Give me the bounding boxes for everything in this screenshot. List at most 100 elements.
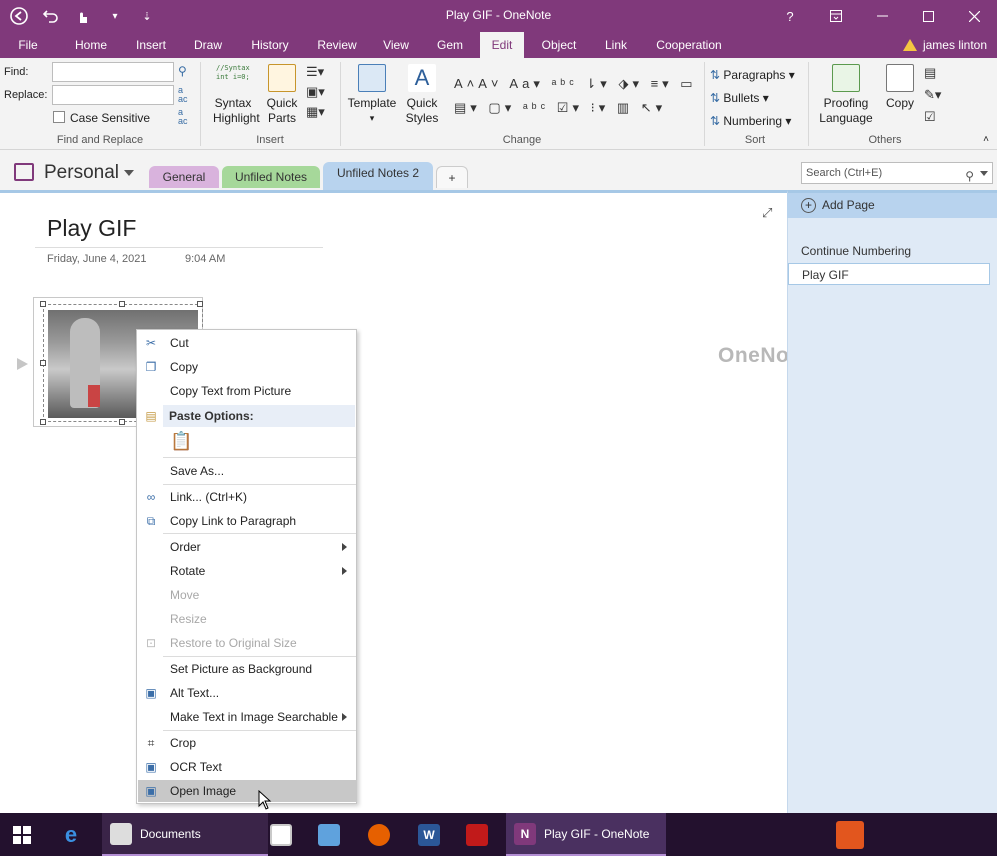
format-tools-icon[interactable]: ▤▾ ▢▾ ᵃᵇᶜ ☑▾ ⁝▾ ▥ ↖▾ (454, 96, 697, 120)
qat-dropdown-icon[interactable]: ▾ (104, 5, 126, 27)
page-list-item-selected[interactable]: Play GIF (788, 263, 990, 285)
menu-item-move[interactable]: Move (138, 584, 357, 606)
section-tab-unfiled-notes-2[interactable]: Unfiled Notes 2 (323, 162, 433, 190)
resize-handle[interactable] (40, 419, 46, 425)
find-input[interactable] (52, 62, 174, 82)
expand-page-icon[interactable]: ⤢ (762, 205, 772, 221)
search-scope-dropdown-icon[interactable] (980, 171, 988, 176)
font-size-tools-icon[interactable]: A˄A˅ Aa▾ ᵃᵇᶜ ⇂▾ ⬗▾ ≡▾ ▭ (454, 72, 697, 96)
replace-all-icon[interactable]: a ac (178, 108, 188, 126)
close-button[interactable] (951, 0, 997, 32)
edge-button[interactable]: e (60, 813, 82, 856)
tab-draw[interactable]: Draw (184, 32, 232, 58)
page-title[interactable]: Play GIF (47, 215, 136, 242)
resize-handle[interactable] (40, 360, 46, 366)
resize-handle[interactable] (119, 419, 125, 425)
menu-item-save-as[interactable]: Save As... (138, 460, 357, 482)
menu-item-crop[interactable]: ⌗ Crop (138, 732, 357, 754)
resize-handle[interactable] (119, 301, 125, 307)
help-button[interactable]: ? (767, 0, 813, 32)
tab-view[interactable]: View (372, 32, 420, 58)
checklist-icon[interactable]: ☑ (924, 106, 941, 128)
tab-object[interactable]: Object (532, 32, 586, 58)
notebook-name[interactable]: Personal (44, 162, 119, 184)
menu-item-set-picture-as-background[interactable]: Set Picture as Background (138, 658, 357, 680)
tab-gem[interactable]: Gem (430, 32, 470, 58)
others-tools[interactable]: ▤ ✎▾ ☑ (924, 62, 941, 128)
start-button[interactable] (0, 813, 44, 856)
paragraph-handle-icon[interactable] (17, 358, 28, 370)
change-tools[interactable]: A˄A˅ Aa▾ ᵃᵇᶜ ⇂▾ ⬗▾ ≡▾ ▭ ▤▾ ▢▾ ᵃᵇᶜ ☑▾ ⁝▾ … (454, 72, 697, 120)
list-format-icon[interactable]: ☰▾ (306, 62, 325, 82)
menu-item-resize[interactable]: Resize (138, 608, 357, 630)
replace-icon[interactable]: a ac (178, 86, 188, 104)
touch-mode-icon[interactable] (72, 5, 94, 27)
tab-insert[interactable]: Insert (126, 32, 176, 58)
tab-link[interactable]: Link (596, 32, 636, 58)
insert-small-tools[interactable]: ☰▾ ▣▾ ▦▾ (306, 62, 325, 122)
firefox-button[interactable] (368, 813, 390, 856)
undo-icon[interactable] (40, 5, 62, 27)
add-page-button[interactable]: + Add Page (787, 193, 997, 218)
section-tab-general[interactable]: General (149, 166, 219, 188)
notebook-dropdown-icon[interactable] (124, 170, 134, 176)
tab-review[interactable]: Review (310, 32, 364, 58)
resize-handle[interactable] (40, 301, 46, 307)
search-input[interactable]: Search (Ctrl+E) ⚲ (801, 162, 993, 184)
store-button[interactable] (270, 813, 292, 856)
numbering-button[interactable]: ⇅ Numbering ▾ (710, 110, 795, 133)
tab-cooperation[interactable]: Cooperation (648, 32, 730, 58)
collapse-ribbon-icon[interactable]: ˄ (983, 134, 989, 145)
mail-button[interactable] (318, 813, 340, 856)
taskbar-documents[interactable]: Documents (102, 813, 268, 856)
bullets-button[interactable]: ⇅ Bullets ▾ (710, 87, 795, 110)
tab-edit[interactable]: Edit (480, 32, 524, 58)
proofing-language-button[interactable]: Proofing Language (812, 64, 880, 126)
section-tab-unfiled-notes[interactable]: Unfiled Notes (222, 166, 320, 188)
word-button[interactable]: W (418, 813, 440, 856)
calendar-icon[interactable]: ▣▾ (306, 82, 325, 102)
tab-home[interactable]: Home (66, 32, 116, 58)
highlight-pen-icon[interactable]: ✎▾ (924, 84, 941, 106)
back-icon[interactable] (8, 5, 30, 27)
menu-item-copy[interactable]: ❐ Copy (138, 356, 357, 378)
ribbon-display-button[interactable] (813, 0, 859, 32)
menu-item-link[interactable]: ∞ Link... (Ctrl+K) (138, 486, 357, 508)
menu-item-make-text-searchable[interactable]: Make Text in Image Searchable (138, 706, 357, 728)
paste-keep-formatting-button[interactable]: 📋 (138, 432, 357, 454)
search-icon[interactable]: ⚲ (965, 166, 974, 186)
acrobat-button[interactable] (466, 813, 488, 856)
syntax-highlight-button[interactable]: //Syntax int i=0; Syntax Highlight (206, 64, 260, 126)
page-canvas[interactable] (0, 190, 787, 813)
notebook-icon[interactable] (14, 163, 34, 181)
quick-parts-button[interactable]: Quick Parts (262, 64, 302, 126)
menu-item-rotate[interactable]: Rotate (138, 560, 357, 582)
taskbar-onenote[interactable]: N Play GIF - OneNote (506, 813, 666, 856)
tab-file[interactable]: File (8, 32, 48, 58)
menu-item-cut[interactable]: ✂ Cut (138, 332, 357, 354)
menu-item-open-image[interactable]: ▣ Open Image (138, 780, 357, 802)
template-button[interactable]: Template ▾ (344, 64, 400, 126)
menu-item-ocr-text[interactable]: ▣ OCR Text (138, 756, 357, 778)
menu-item-order[interactable]: Order (138, 536, 357, 558)
find-search-icon[interactable]: ⚲ (178, 64, 187, 78)
paragraphs-button[interactable]: ⇅ Paragraphs ▾ (710, 64, 795, 87)
maximize-button[interactable] (905, 0, 951, 32)
menu-item-copy-link-to-paragraph[interactable]: ⧉ Copy Link to Paragraph (138, 510, 357, 532)
resize-handle[interactable] (197, 301, 203, 307)
customize-qat-icon[interactable]: ⇣ (136, 5, 158, 27)
replace-input[interactable] (52, 85, 174, 105)
menu-item-copy-text-from-picture[interactable]: Copy Text from Picture (138, 380, 357, 402)
menu-item-restore-original-size[interactable]: ⊡ Restore to Original Size (138, 632, 357, 654)
table-icon[interactable]: ▦▾ (306, 102, 325, 122)
user-account[interactable]: james linton (902, 32, 987, 58)
page-list-item[interactable]: Continue Numbering (788, 240, 990, 262)
menu-item-alt-text[interactable]: ▣ Alt Text... (138, 682, 357, 704)
add-section-button[interactable]: + (436, 166, 468, 188)
tab-history[interactable]: History (244, 32, 296, 58)
case-sensitive-checkbox[interactable] (53, 111, 65, 123)
minimize-button[interactable] (859, 0, 905, 32)
quick-styles-button[interactable]: A Quick Styles (398, 64, 446, 126)
paste-small-icon[interactable]: ▤ (924, 62, 941, 84)
copy-ribbon-button[interactable]: Copy (880, 64, 920, 111)
